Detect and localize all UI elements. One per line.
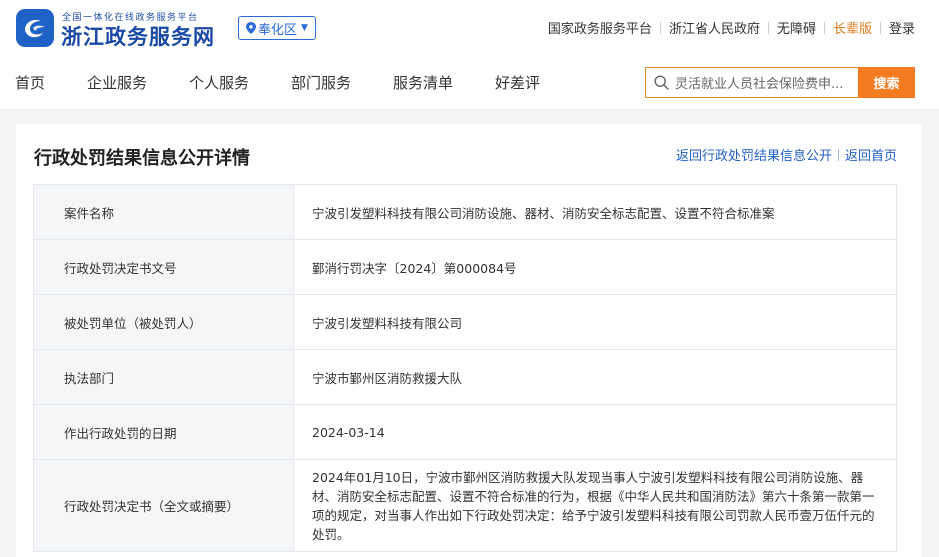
top-links: 国家政务服务平台 浙江省人民政府 无障碍 长辈版 登录 — [548, 18, 915, 37]
divider — [659, 21, 661, 34]
main-nav: 首页 企业服务 个人服务 部门服务 服务清单 好差评 搜索 — [0, 56, 939, 110]
nav-item-rating[interactable]: 好差评 — [495, 72, 540, 93]
row-label: 行政处罚决定书文号 — [33, 239, 294, 295]
table-row: 作出行政处罚的日期 2024-03-14 — [33, 404, 897, 460]
row-label: 行政处罚决定书（全文或摘要） — [33, 459, 294, 552]
row-label: 作出行政处罚的日期 — [33, 404, 294, 460]
row-value: 鄞消行罚决字〔2024〕第000084号 — [293, 239, 897, 295]
region-label: 奉化区 — [258, 22, 298, 38]
row-label: 被处罚单位（被处罚人） — [33, 294, 294, 350]
nav-item-home[interactable]: 首页 — [15, 72, 45, 93]
caret-down-icon: ▼ — [301, 23, 308, 33]
table-row: 行政处罚决定书文号 鄞消行罚决字〔2024〕第000084号 — [33, 239, 897, 295]
link-accessibility[interactable]: 无障碍 — [777, 18, 816, 37]
nav-item-service-list[interactable]: 服务清单 — [393, 72, 453, 93]
row-label: 执法部门 — [33, 349, 294, 405]
nav-item-personal[interactable]: 个人服务 — [189, 72, 249, 93]
row-value: 宁波引发塑料科技有限公司消防设施、器材、消防安全标志配置、设置不符合标准案 — [293, 184, 897, 240]
divider — [879, 21, 881, 34]
card-links: 返回行政处罚结果信息公开 返回首页 — [676, 145, 897, 164]
back-to-list-link[interactable]: 返回行政处罚结果信息公开 — [676, 145, 832, 164]
search-input[interactable] — [675, 75, 855, 90]
zhejiang-gov-logo-icon[interactable] — [16, 9, 54, 47]
divider — [823, 21, 825, 34]
table-row: 执法部门 宁波市鄞州区消防救援大队 — [33, 349, 897, 405]
link-national-platform[interactable]: 国家政务服务平台 — [548, 18, 652, 37]
top-bar: 全国一体化在线政务服务平台 浙江政务服务网 奉化区 ▼ 国家政务服务平台 浙江省… — [0, 0, 939, 56]
row-label: 案件名称 — [33, 184, 294, 240]
nav-item-enterprise[interactable]: 企业服务 — [87, 72, 147, 93]
table-row: 案件名称 宁波引发塑料科技有限公司消防设施、器材、消防安全标志配置、设置不符合标… — [33, 184, 897, 240]
table-row: 行政处罚决定书（全文或摘要） 2024年01月10日，宁波市鄞州区消防救援大队发… — [33, 459, 897, 552]
table-row: 被处罚单位（被处罚人） 宁波引发塑料科技有限公司 — [33, 294, 897, 350]
detail-card: 行政处罚结果信息公开详情 返回行政处罚结果信息公开 返回首页 案件名称 宁波引发… — [16, 124, 922, 557]
back-to-home-link[interactable]: 返回首页 — [845, 145, 897, 164]
row-value: 宁波引发塑料科技有限公司 — [293, 294, 897, 350]
search-box — [645, 67, 858, 98]
location-pin-icon — [246, 22, 257, 34]
row-value: 2024-03-14 — [293, 404, 897, 460]
page-title: 行政处罚结果信息公开详情 — [34, 148, 250, 169]
link-elder-mode[interactable]: 长辈版 — [833, 18, 872, 37]
region-selector[interactable]: 奉化区 ▼ — [238, 16, 316, 40]
divider — [767, 21, 769, 34]
search-button[interactable]: 搜索 — [858, 67, 915, 98]
row-value: 2024年01月10日，宁波市鄞州区消防救援大队发现当事人宁波引发塑料科技有限公… — [293, 459, 897, 552]
detail-table: 案件名称 宁波引发塑料科技有限公司消防设施、器材、消防安全标志配置、设置不符合标… — [33, 184, 897, 552]
search-icon — [654, 75, 669, 90]
link-login[interactable]: 登录 — [889, 18, 915, 37]
nav-item-department[interactable]: 部门服务 — [291, 72, 351, 93]
divider — [837, 148, 839, 161]
site-title[interactable]: 浙江政务服务网 — [61, 21, 215, 51]
row-value: 宁波市鄞州区消防救援大队 — [293, 349, 897, 405]
link-provincial-gov[interactable]: 浙江省人民政府 — [669, 18, 760, 37]
